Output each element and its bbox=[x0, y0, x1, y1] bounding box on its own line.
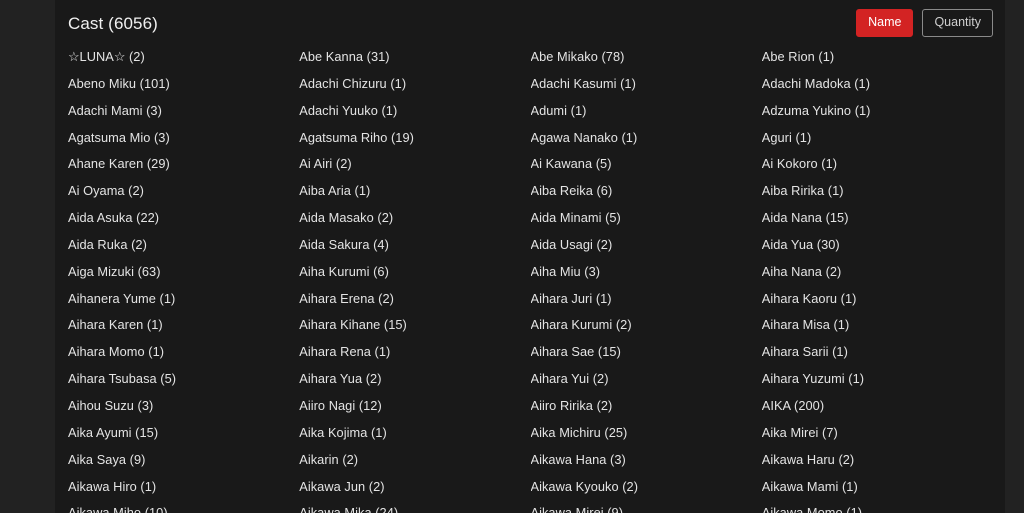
cast-list-item[interactable]: AIKA (200) bbox=[762, 393, 993, 420]
cast-list-item[interactable]: Aihara Karen (1) bbox=[68, 312, 299, 339]
cast-list-item[interactable]: Aikawa Momo (1) bbox=[762, 500, 993, 513]
cast-list-item[interactable]: Aiba Ririka (1) bbox=[762, 178, 993, 205]
cast-list-item[interactable]: Ahane Karen (29) bbox=[68, 151, 299, 178]
cast-list-item[interactable]: Aguri (1) bbox=[762, 125, 993, 152]
cast-list-item[interactable]: Aida Minami (5) bbox=[531, 205, 762, 232]
cast-list-item[interactable]: Aihara Sarii (1) bbox=[762, 339, 993, 366]
cast-list-item[interactable]: Ai Kokoro (1) bbox=[762, 151, 993, 178]
cast-list-item[interactable]: Adzuma Yukino (1) bbox=[762, 98, 993, 125]
page-title: Cast (6056) bbox=[68, 14, 158, 33]
cast-list-item[interactable]: Agawa Nanako (1) bbox=[531, 125, 762, 152]
cast-list-item[interactable]: Aihara Kurumi (2) bbox=[531, 312, 762, 339]
cast-list-item[interactable]: Aihara Yua (2) bbox=[299, 366, 530, 393]
cast-list-item[interactable]: Aikawa Hiro (1) bbox=[68, 474, 299, 501]
cast-list-item[interactable]: Aihara Juri (1) bbox=[531, 286, 762, 313]
cast-list-item[interactable]: Aika Ayumi (15) bbox=[68, 420, 299, 447]
cast-list-item[interactable]: Adachi Madoka (1) bbox=[762, 71, 993, 98]
cast-list-item[interactable]: Aihanera Yume (1) bbox=[68, 286, 299, 313]
cast-list-item[interactable]: Aihara Sae (15) bbox=[531, 339, 762, 366]
cast-list-item[interactable]: Aihara Kaoru (1) bbox=[762, 286, 993, 313]
cast-list-item[interactable]: Aika Kojima (1) bbox=[299, 420, 530, 447]
cast-list-item[interactable]: Aida Usagi (2) bbox=[531, 232, 762, 259]
cast-list-item[interactable]: Aiiro Ririka (2) bbox=[531, 393, 762, 420]
cast-list-item[interactable]: Aida Nana (15) bbox=[762, 205, 993, 232]
cast-list-item[interactable]: Abe Mikako (78) bbox=[531, 44, 762, 71]
cast-list-item[interactable]: Ai Oyama (2) bbox=[68, 178, 299, 205]
cast-list-item[interactable]: Aiba Aria (1) bbox=[299, 178, 530, 205]
cast-list-item[interactable]: Aiha Nana (2) bbox=[762, 259, 993, 286]
cast-list-item[interactable]: Aihara Tsubasa (5) bbox=[68, 366, 299, 393]
cast-list-item[interactable]: Aika Michiru (25) bbox=[531, 420, 762, 447]
cast-list-item[interactable]: Aika Mirei (7) bbox=[762, 420, 993, 447]
cast-list-item[interactable]: Aikarin (2) bbox=[299, 447, 530, 474]
cast-list-item[interactable]: Aikawa Haru (2) bbox=[762, 447, 993, 474]
cast-list-item[interactable]: Adumi (1) bbox=[531, 98, 762, 125]
cast-list-item[interactable]: Adachi Mami (3) bbox=[68, 98, 299, 125]
cast-list-item[interactable]: Aida Asuka (22) bbox=[68, 205, 299, 232]
cast-list-item[interactable]: Aiha Miu (3) bbox=[531, 259, 762, 286]
cast-list-item[interactable]: Abeno Miku (101) bbox=[68, 71, 299, 98]
cast-list-item[interactable]: Ai Kawana (5) bbox=[531, 151, 762, 178]
cast-list-item[interactable]: Aikawa Kyouko (2) bbox=[531, 474, 762, 501]
cast-list-item[interactable]: Aikawa Hana (3) bbox=[531, 447, 762, 474]
cast-list-item[interactable]: Aiha Kurumi (6) bbox=[299, 259, 530, 286]
cast-list-item[interactable]: Abe Rion (1) bbox=[762, 44, 993, 71]
cast-list-item[interactable]: Aida Yua (30) bbox=[762, 232, 993, 259]
cast-list-item[interactable]: Aikawa Jun (2) bbox=[299, 474, 530, 501]
cast-list-item[interactable]: Agatsuma Riho (19) bbox=[299, 125, 530, 152]
cast-list-item[interactable]: Aiiro Nagi (12) bbox=[299, 393, 530, 420]
cast-list-item[interactable]: Aihara Kihane (15) bbox=[299, 312, 530, 339]
cast-list-item[interactable]: Aikawa Mami (1) bbox=[762, 474, 993, 501]
cast-list-item[interactable]: Aihou Suzu (3) bbox=[68, 393, 299, 420]
cast-list-item[interactable]: Aikawa Mika (24) bbox=[299, 500, 530, 513]
card-header: Cast (6056) Name Quantity bbox=[55, 0, 1005, 44]
cast-list-item[interactable]: Aiga Mizuki (63) bbox=[68, 259, 299, 286]
cast-list-item[interactable]: Ai Airi (2) bbox=[299, 151, 530, 178]
cast-list-item[interactable]: Adachi Kasumi (1) bbox=[531, 71, 762, 98]
cast-list: ☆LUNA☆ (2) Abeno Miku (101) Adachi Mami (3… bbox=[55, 44, 1005, 513]
cast-card: Cast (6056) Name Quantity ☆LUNA☆ (2) Aben… bbox=[55, 0, 1005, 513]
cast-list-item[interactable]: Aiba Reika (6) bbox=[531, 178, 762, 205]
cast-list-item[interactable]: Adachi Yuuko (1) bbox=[299, 98, 530, 125]
sort-by-quantity-button[interactable]: Quantity bbox=[922, 9, 993, 37]
sort-button-group: Name Quantity bbox=[856, 7, 993, 37]
cast-list-item[interactable]: Aikawa Miho (10) bbox=[68, 500, 299, 513]
sort-by-name-button[interactable]: Name bbox=[856, 9, 914, 37]
cast-list-item[interactable]: Aihara Erena (2) bbox=[299, 286, 530, 313]
cast-list-item[interactable]: Aihara Rena (1) bbox=[299, 339, 530, 366]
cast-list-item[interactable]: Agatsuma Mio (3) bbox=[68, 125, 299, 152]
cast-list-item[interactable]: Aikawa Mirei (9) bbox=[531, 500, 762, 513]
cast-list-item[interactable]: Aida Sakura (4) bbox=[299, 232, 530, 259]
cast-list-item[interactable]: Abe Kanna (31) bbox=[299, 44, 530, 71]
cast-list-item[interactable]: Aida Ruka (2) bbox=[68, 232, 299, 259]
cast-list-item[interactable]: Aihara Misa (1) bbox=[762, 312, 993, 339]
cast-list-item[interactable]: Aihara Yui (2) bbox=[531, 366, 762, 393]
cast-list-item[interactable]: ☆LUNA☆ (2) bbox=[68, 44, 299, 71]
cast-list-item[interactable]: Adachi Chizuru (1) bbox=[299, 71, 530, 98]
cast-list-item[interactable]: Aihara Momo (1) bbox=[68, 339, 299, 366]
cast-list-item[interactable]: Aika Saya (9) bbox=[68, 447, 299, 474]
cast-list-item[interactable]: Aida Masako (2) bbox=[299, 205, 530, 232]
app-root: Cast (6056) Name Quantity ☆LUNA☆ (2) Aben… bbox=[0, 0, 1024, 513]
cast-list-item[interactable]: Aihara Yuzumi (1) bbox=[762, 366, 993, 393]
